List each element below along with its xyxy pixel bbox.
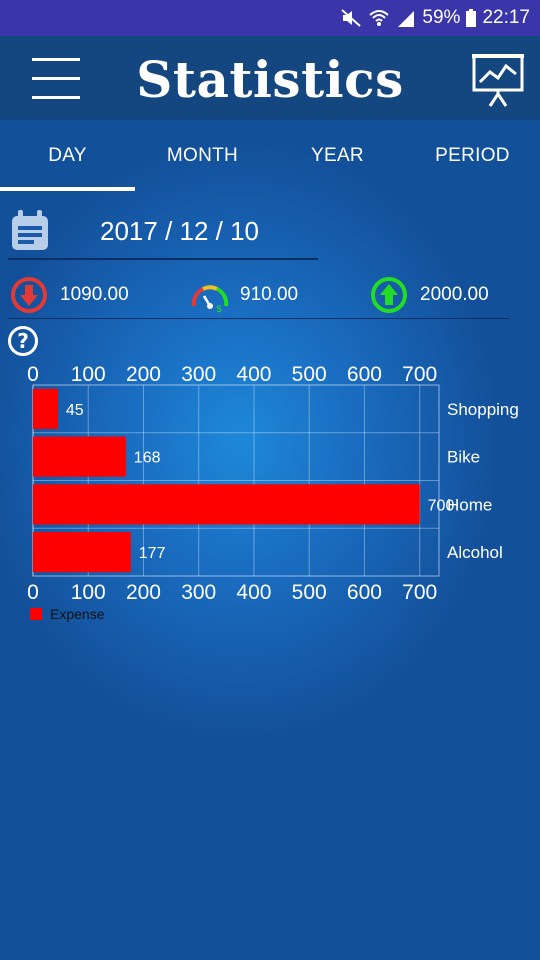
expense-total: 1090.00	[60, 284, 129, 305]
bar-value-label: 177	[139, 545, 166, 562]
tab-period[interactable]: PERIOD	[405, 120, 540, 192]
x-tick-bottom: 300	[181, 581, 216, 604]
bar	[33, 436, 126, 477]
x-tick-top: 0	[27, 363, 39, 386]
x-tick-top: 200	[126, 363, 161, 386]
category-label: Bike	[447, 448, 480, 467]
clock: 22:17	[482, 7, 530, 28]
battery-percent: 59%	[422, 7, 461, 28]
x-tick-bottom: 0	[27, 581, 39, 604]
svg-text:$: $	[216, 304, 222, 314]
summary-divider	[8, 318, 510, 319]
bar	[33, 484, 420, 525]
x-tick-top: 300	[181, 363, 216, 386]
x-tick-bottom: 200	[126, 581, 161, 604]
selected-date[interactable]: 2017 / 12 / 10	[100, 216, 259, 247]
help-question-icon[interactable]: ?	[7, 325, 39, 357]
x-tick-top: 400	[236, 363, 271, 386]
balance-total: 910.00	[240, 284, 299, 305]
x-tick-top: 100	[71, 363, 106, 386]
period-tabs: DAY MONTH YEAR PERIOD	[0, 120, 540, 192]
category-label: Home	[447, 495, 492, 514]
x-tick-top: 500	[292, 363, 327, 386]
tab-month[interactable]: MONTH	[135, 120, 270, 192]
x-tick-bottom: 100	[71, 581, 106, 604]
bar	[33, 388, 58, 429]
x-tick-bottom: 500	[292, 581, 327, 604]
presentation-chart-icon	[472, 54, 524, 107]
wifi-icon	[368, 8, 390, 28]
bar	[33, 532, 131, 573]
app-bar: Statistics	[0, 36, 540, 120]
date-divider	[8, 258, 318, 260]
income-up-arrow-icon	[370, 276, 408, 314]
legend-label: Expense	[50, 606, 105, 622]
x-tick-top: 700	[402, 363, 437, 386]
battery-icon	[466, 9, 477, 27]
svg-text:?: ?	[17, 329, 29, 353]
category-label: Shopping	[447, 400, 519, 419]
bar-value-label: 168	[134, 450, 161, 467]
calendar-icon[interactable]	[10, 210, 50, 252]
page-title: Statistics	[136, 50, 404, 109]
signal-icon	[396, 9, 416, 27]
x-tick-top: 600	[347, 363, 382, 386]
expense-bar-chart: 0 0 100 100 200 200 300 300 400 400 500 500 600 600 70…	[27, 363, 519, 622]
category-label: Alcohol	[447, 543, 503, 562]
status-bar: 59% 22:17	[0, 0, 540, 36]
x-tick-bottom: 400	[236, 581, 271, 604]
chart-presentation-button[interactable]	[470, 52, 526, 108]
x-tick-bottom: 600	[347, 581, 382, 604]
tab-year[interactable]: YEAR	[270, 120, 405, 192]
mute-icon	[340, 8, 362, 28]
speedometer-icon: $	[190, 276, 229, 315]
expense-down-arrow-icon	[10, 276, 48, 314]
tab-day[interactable]: DAY	[0, 120, 135, 192]
legend-swatch	[30, 608, 42, 620]
bar-value-label: 45	[66, 402, 84, 419]
x-tick-bottom: 700	[402, 581, 437, 604]
income-total: 2000.00	[420, 284, 489, 305]
tab-selected-indicator	[0, 187, 135, 191]
